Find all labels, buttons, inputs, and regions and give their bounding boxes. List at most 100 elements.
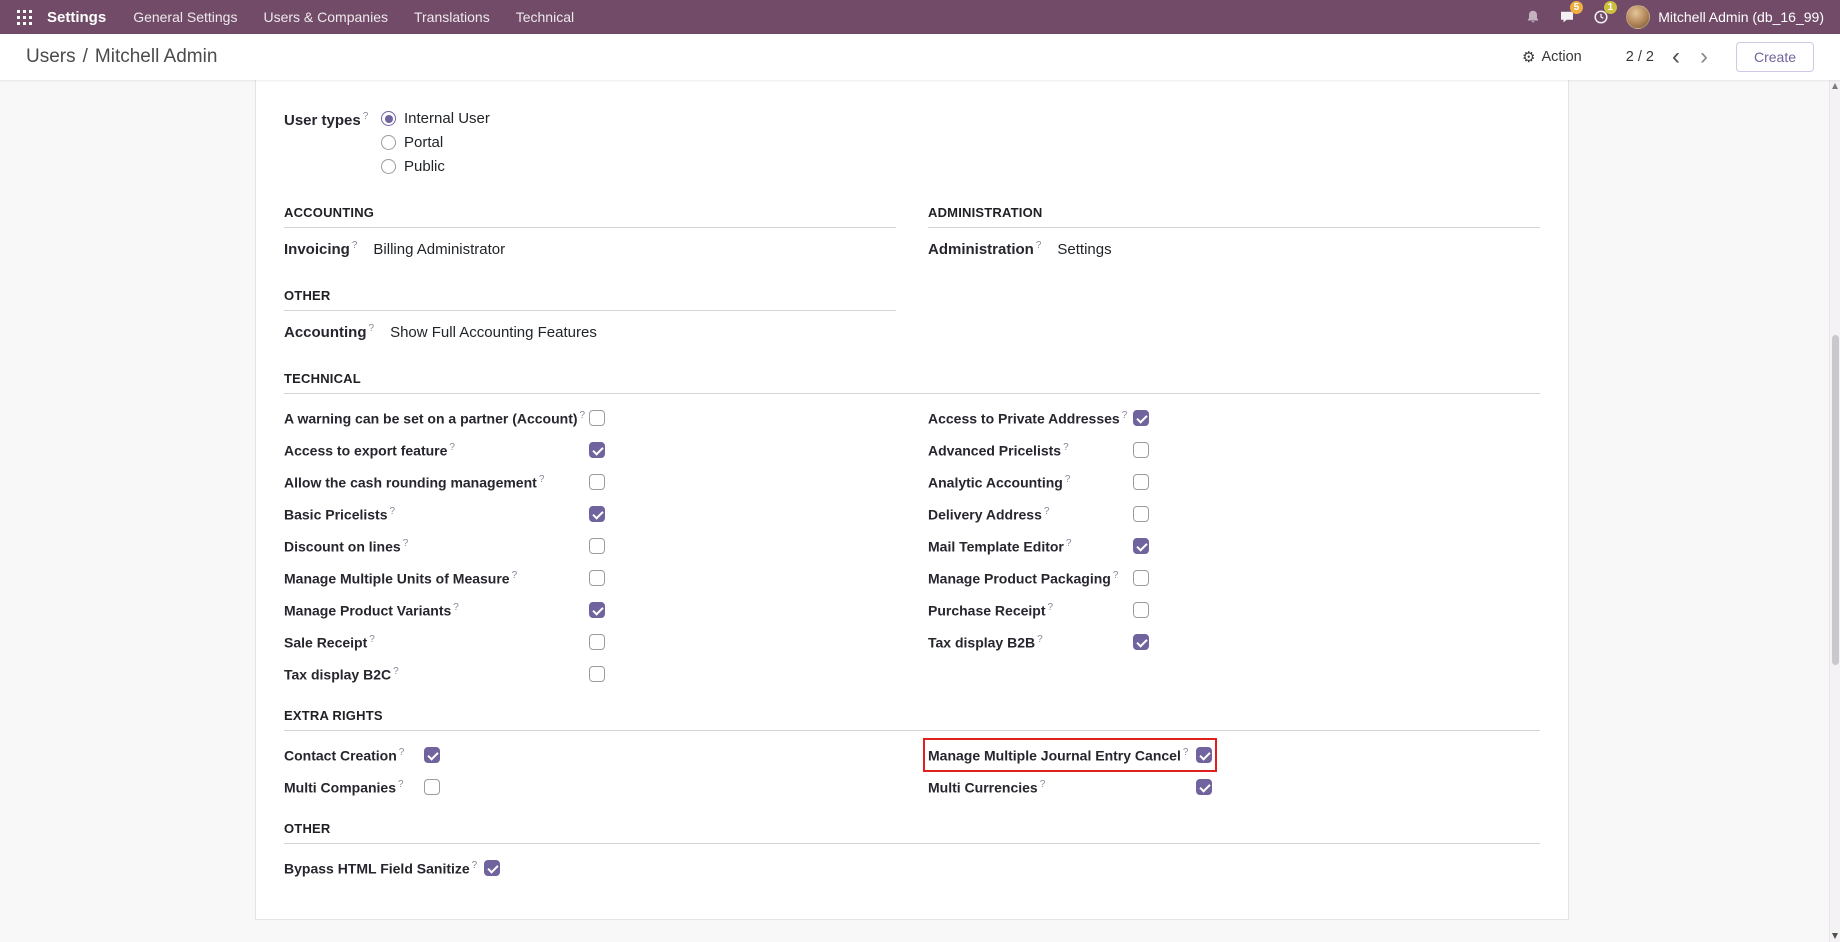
breadcrumb: Users / Mitchell Admin [26, 46, 217, 68]
apps-menu-button[interactable] [10, 0, 38, 34]
help-marker: ? [1066, 538, 1072, 549]
field-checkbox[interactable] [589, 666, 605, 682]
field-checkbox[interactable] [1133, 538, 1149, 554]
scrollbar-thumb[interactable] [1832, 335, 1839, 665]
apps-grid-icon [17, 10, 32, 25]
breadcrumb-separator: / [83, 46, 88, 68]
field-label: Accounting [284, 324, 367, 341]
app-name[interactable]: Settings [47, 9, 106, 26]
help-marker: ? [580, 410, 586, 421]
action-menu-button[interactable]: Action [1522, 48, 1582, 66]
field-row: Multi Companies? [284, 775, 440, 799]
field-label: Discount on lines [284, 538, 401, 554]
field-checkbox[interactable] [1196, 779, 1212, 795]
radio-portal[interactable]: Portal [381, 134, 490, 151]
field-checkbox[interactable] [1133, 602, 1149, 618]
field-checkbox[interactable] [1133, 570, 1149, 586]
field-row: Mail Template Editor? [928, 534, 1149, 558]
field-checkbox[interactable] [589, 634, 605, 650]
help-marker: ? [449, 442, 455, 453]
field-label: Tax display B2C [284, 666, 391, 682]
help-marker: ? [1048, 602, 1054, 613]
radio-icon[interactable] [381, 159, 396, 174]
extra-rights-right-column: Manage Multiple Journal Entry Cancel? Mu… [928, 743, 1540, 807]
field-value[interactable]: Settings [1057, 241, 1111, 258]
field-label: Sale Receipt [284, 634, 367, 650]
menu-translations[interactable]: Translations [401, 0, 503, 34]
section-title: EXTRA RIGHTS [284, 708, 1540, 731]
navbar-left: Settings General Settings Users & Compan… [10, 0, 587, 34]
field-value[interactable]: Show Full Accounting Features [390, 324, 597, 341]
field-label: Bypass HTML Field Sanitize [284, 860, 470, 876]
breadcrumb-users-link[interactable]: Users [26, 46, 76, 68]
field-row: Delivery Address? [928, 502, 1149, 526]
field-label: Manage Multiple Journal Entry Cancel [928, 747, 1181, 763]
field-checkbox[interactable] [589, 602, 605, 618]
user-types-radio-group: Internal User Portal Public [381, 110, 490, 175]
help-marker: ? [539, 474, 545, 485]
radio-public[interactable]: Public [381, 158, 490, 175]
field-checkbox[interactable] [1133, 634, 1149, 650]
field-label: Tax display B2B [928, 634, 1035, 650]
radio-label: Public [404, 158, 445, 175]
help-marker: ? [390, 506, 396, 517]
field-checkbox[interactable] [1133, 442, 1149, 458]
menu-users-companies[interactable]: Users & Companies [250, 0, 401, 34]
group-technical: TECHNICAL A warning can be set on a part… [284, 371, 1540, 694]
field-value[interactable]: Billing Administrator [373, 241, 505, 258]
field-checkbox[interactable] [1133, 506, 1149, 522]
radio-label: Portal [404, 134, 443, 151]
scroll-up-arrow-icon[interactable] [1832, 83, 1838, 89]
gear-icon [1522, 48, 1535, 66]
technical-right-column: Access to Private Addresses? Advanced Pr… [928, 406, 1540, 694]
field-row: Sale Receipt? [284, 630, 605, 654]
radio-internal-user[interactable]: Internal User [381, 110, 490, 127]
pager-next-button[interactable] [1698, 48, 1710, 66]
radio-icon[interactable] [381, 135, 396, 150]
messages-count-badge: 5 [1570, 1, 1584, 14]
menu-general-settings[interactable]: General Settings [120, 0, 250, 34]
manage-multiple-journal-entry-cancel-checkbox[interactable] [1196, 747, 1212, 763]
notifications-bell-button[interactable] [1516, 0, 1550, 34]
field-checkbox[interactable] [589, 570, 605, 586]
left-column: ACCOUNTING Invoicing? Billing Administra… [284, 205, 896, 371]
field-checkbox[interactable] [1133, 474, 1149, 490]
control-panel-right: Action 2 / 2 Create [1522, 42, 1814, 72]
help-marker: ? [352, 240, 358, 251]
field-row: Contact Creation? [284, 743, 440, 767]
right-column: ADMINISTRATION Administration? Settings [928, 205, 1540, 371]
field-checkbox[interactable] [424, 747, 440, 763]
field-checkbox[interactable] [424, 779, 440, 795]
section-title: OTHER [284, 821, 1540, 844]
field-label: Manage Multiple Units of Measure [284, 570, 510, 586]
help-marker: ? [369, 323, 375, 334]
help-marker: ? [1040, 779, 1046, 790]
activities-button[interactable]: 1 [1584, 0, 1618, 34]
user-avatar[interactable] [1626, 5, 1650, 29]
field-label: Contact Creation [284, 747, 397, 763]
navbar-systray: 5 1 Mitchell Admin (db_16_99) [1516, 0, 1824, 34]
technical-left-column: A warning can be set on a partner (Accou… [284, 406, 896, 694]
help-marker: ? [393, 666, 399, 677]
field-checkbox[interactable] [589, 538, 605, 554]
field-checkbox[interactable] [589, 410, 605, 426]
messages-button[interactable]: 5 [1550, 0, 1584, 34]
radio-icon[interactable] [381, 111, 396, 126]
pager-previous-button[interactable] [1670, 48, 1682, 66]
field-row: Access to Private Addresses? [928, 406, 1149, 430]
section-title: OTHER [284, 288, 896, 311]
scroll-down-arrow-icon[interactable] [1832, 933, 1838, 939]
field-checkbox[interactable] [589, 474, 605, 490]
field-checkbox[interactable] [484, 860, 500, 876]
user-menu[interactable]: Mitchell Admin (db_16_99) [1658, 9, 1824, 25]
field-checkbox[interactable] [1133, 410, 1149, 426]
field-label: Manage Product Variants [284, 602, 451, 618]
field-label: Manage Product Packaging [928, 570, 1111, 586]
field-label: Mail Template Editor [928, 538, 1064, 554]
action-label: Action [1541, 49, 1581, 65]
create-button[interactable]: Create [1736, 42, 1814, 72]
scrollbar[interactable] [1829, 80, 1840, 942]
field-checkbox[interactable] [589, 442, 605, 458]
menu-technical[interactable]: Technical [503, 0, 587, 34]
field-checkbox[interactable] [589, 506, 605, 522]
